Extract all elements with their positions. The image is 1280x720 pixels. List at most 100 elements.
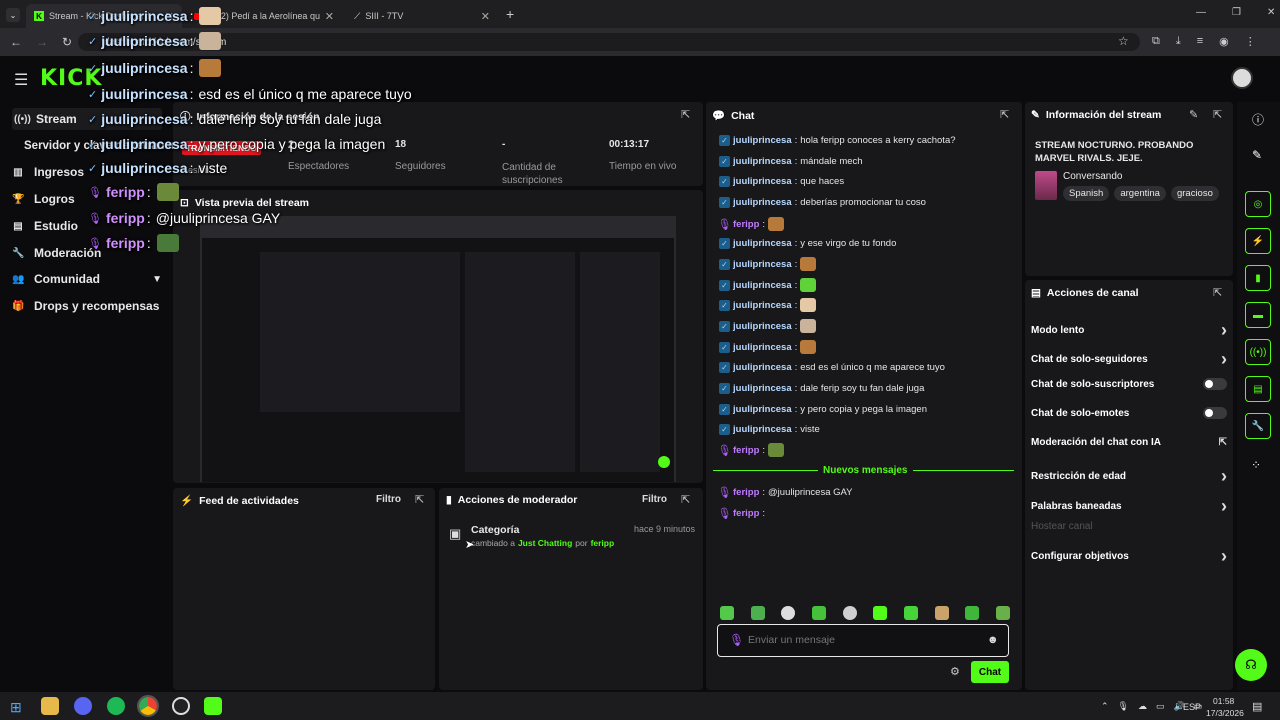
chat-username[interactable]: juuliprincesa bbox=[733, 156, 792, 167]
emoji-picker-icon[interactable]: ☻ bbox=[987, 634, 999, 646]
channel-action-9[interactable]: Configurar objetivos › bbox=[1031, 546, 1227, 567]
rail-button-camera[interactable]: ◎ bbox=[1245, 191, 1271, 217]
rail-button-broadcast[interactable]: ((•)) bbox=[1245, 339, 1271, 365]
toggle-switch[interactable] bbox=[1203, 378, 1227, 390]
hamburger-menu-icon[interactable]: ☰ bbox=[14, 70, 28, 90]
sidebar-item-ingresos[interactable]: ▥ Ingresos bbox=[12, 161, 84, 183]
download-icon[interactable]: ⤓ bbox=[1176, 35, 1181, 48]
channel-action-5[interactable]: Moderación del chat con IA ⇱ bbox=[1031, 437, 1227, 448]
edit-pencil-icon[interactable]: ✎ bbox=[1189, 108, 1198, 121]
clock-time[interactable]: 01:58 bbox=[1213, 696, 1234, 706]
support-button[interactable]: ☊ bbox=[1235, 649, 1267, 681]
sidebar-item-logros[interactable]: 🏆 Logros bbox=[12, 188, 75, 210]
obs-icon[interactable] bbox=[172, 697, 190, 715]
emote-button[interactable] bbox=[842, 606, 857, 620]
chat-username[interactable]: juuliprincesa bbox=[733, 135, 792, 146]
language-indicator[interactable]: ESP bbox=[1183, 702, 1201, 712]
stream-preview-video[interactable] bbox=[200, 216, 676, 482]
mic-tray-icon[interactable]: 🎙 bbox=[1118, 701, 1129, 712]
tag[interactable]: argentina bbox=[1114, 186, 1166, 201]
profile-icon[interactable]: ◉ bbox=[1219, 35, 1229, 48]
emote-button[interactable] bbox=[995, 606, 1010, 620]
emote-button[interactable] bbox=[873, 606, 888, 620]
channel-action-4[interactable]: Chat de solo-emotes bbox=[1031, 407, 1227, 419]
display-icon[interactable]: ▭ bbox=[1156, 701, 1165, 712]
address-bar[interactable] bbox=[78, 33, 1140, 51]
apps-rail-icon[interactable]: ⁘ bbox=[1251, 458, 1261, 472]
popout-icon[interactable]: ⇱ bbox=[681, 108, 690, 121]
channel-action-2[interactable]: Chat de solo-seguidores › bbox=[1031, 349, 1227, 370]
rail-button-document[interactable]: ▮ bbox=[1245, 265, 1271, 291]
rail-button-chat[interactable]: ▬ bbox=[1245, 302, 1271, 328]
popout-icon[interactable]: ⇱ bbox=[1000, 108, 1009, 121]
rail-button-layout[interactable]: ▤ bbox=[1245, 376, 1271, 402]
channel-action-7[interactable]: Palabras baneadas › bbox=[1031, 496, 1227, 517]
edit-rail-icon[interactable]: ✎ bbox=[1252, 148, 1262, 162]
chevron-up-icon[interactable]: ⌃ bbox=[1101, 701, 1109, 712]
mod-filter-button[interactable]: Filtro bbox=[642, 494, 667, 505]
popout-icon[interactable]: ⇱ bbox=[1213, 286, 1222, 299]
chat-username[interactable]: feripp bbox=[733, 219, 759, 230]
emote-button[interactable] bbox=[811, 606, 826, 620]
popout-icon[interactable]: ⇱ bbox=[681, 493, 690, 506]
close-window-icon[interactable]: ✕ bbox=[1267, 7, 1275, 18]
feed-filter-button[interactable]: Filtro bbox=[376, 494, 401, 505]
emote-button[interactable] bbox=[720, 606, 734, 620]
user-avatar[interactable] bbox=[1231, 67, 1253, 89]
kick-taskbar-icon[interactable] bbox=[204, 697, 222, 715]
onedrive-icon[interactable]: ☁ bbox=[1138, 701, 1147, 712]
chat-username[interactable]: juuliprincesa bbox=[733, 197, 792, 208]
bookmark-star-icon[interactable]: ☆ bbox=[1118, 34, 1129, 48]
menu-icon[interactable]: ⋮ bbox=[1245, 35, 1256, 48]
file-explorer-icon[interactable] bbox=[41, 697, 59, 715]
channel-action-3[interactable]: Chat de solo-suscriptores bbox=[1031, 378, 1227, 390]
close-tab-icon[interactable]: ✕ bbox=[481, 10, 490, 23]
emote-button[interactable] bbox=[903, 606, 918, 620]
chat-settings-icon[interactable]: ⚙ bbox=[950, 665, 960, 678]
maximize-icon[interactable]: ❐ bbox=[1232, 7, 1241, 18]
chat-username[interactable]: feripp bbox=[733, 487, 759, 498]
emote-button[interactable] bbox=[781, 606, 796, 620]
tab-7tv[interactable]: ⟋ SIII - 7TV ✕ bbox=[346, 4, 498, 28]
chat-username[interactable]: juuliprincesa bbox=[733, 238, 792, 249]
chat-username[interactable]: juuliprincesa bbox=[733, 342, 792, 353]
back-icon[interactable]: ← bbox=[10, 35, 22, 49]
extensions-icon[interactable]: ⧉ bbox=[1152, 35, 1160, 48]
clock-date[interactable]: 17/3/2026 bbox=[1206, 708, 1244, 718]
toggle-switch[interactable] bbox=[1203, 407, 1227, 419]
chat-username[interactable]: feripp bbox=[733, 508, 759, 519]
chat-username[interactable]: feripp bbox=[733, 445, 759, 456]
chat-username[interactable]: juuliprincesa bbox=[733, 404, 792, 415]
popout-icon[interactable]: ⇱ bbox=[1213, 108, 1222, 121]
sidebar-item-comunidad[interactable]: 👥 Comunidad ▼ bbox=[12, 268, 162, 290]
emote-button[interactable] bbox=[934, 606, 949, 620]
emote-button[interactable] bbox=[750, 606, 765, 620]
forward-icon[interactable]: → bbox=[36, 35, 48, 49]
tag[interactable]: gracioso bbox=[1170, 186, 1219, 201]
chat-username[interactable]: juuliprincesa bbox=[733, 424, 792, 435]
close-tab-icon[interactable]: ✕ bbox=[325, 10, 334, 23]
sidebar-item-drops[interactable]: 🎁 Drops y recompensas bbox=[12, 295, 159, 317]
emote-button[interactable] bbox=[965, 606, 980, 620]
chat-message-input[interactable] bbox=[748, 632, 968, 648]
new-tab-icon[interactable]: + bbox=[506, 6, 514, 22]
microphone-icon[interactable]: 🎙 bbox=[729, 633, 744, 647]
rail-button-wrench[interactable]: 🔧 bbox=[1245, 413, 1271, 439]
channel-action-1[interactable]: Modo lento › bbox=[1031, 320, 1227, 341]
rail-button-lightning[interactable]: ⚡ bbox=[1245, 228, 1271, 254]
windows-start-icon[interactable]: ⊞ bbox=[10, 699, 22, 716]
sidebar-item-estudio[interactable]: ▤ Estudio bbox=[12, 215, 78, 237]
minimize-icon[interactable]: — bbox=[1196, 7, 1206, 18]
reload-icon[interactable]: ↻ bbox=[62, 35, 72, 49]
chrome-icon[interactable] bbox=[137, 695, 159, 717]
chat-username[interactable]: juuliprincesa bbox=[733, 280, 792, 291]
chat-username[interactable]: juuliprincesa bbox=[733, 300, 792, 311]
info-rail-icon[interactable]: ⓘ bbox=[1252, 111, 1264, 128]
channel-action-6[interactable]: Restricción de edad › bbox=[1031, 466, 1227, 487]
chat-username[interactable]: juuliprincesa bbox=[733, 383, 792, 394]
discord-icon[interactable] bbox=[74, 697, 92, 715]
chat-username[interactable]: juuliprincesa bbox=[733, 321, 792, 332]
chat-username[interactable]: juuliprincesa bbox=[733, 259, 792, 270]
notification-icon[interactable]: ▤ bbox=[1252, 700, 1262, 713]
spotify-icon[interactable] bbox=[107, 697, 125, 715]
